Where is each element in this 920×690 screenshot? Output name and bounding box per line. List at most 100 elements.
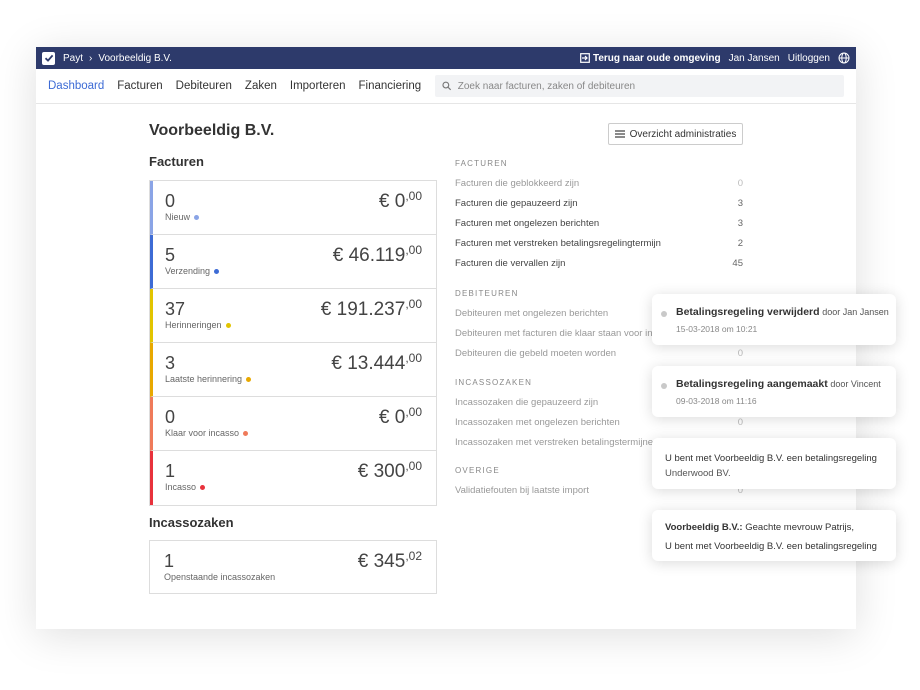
incasso-card[interactable]: 1 Openstaande incassozaken € 345,02 [149, 540, 437, 594]
breadcrumb-company[interactable]: Voorbeeldig B.V. [98, 53, 172, 64]
card-label: Klaar voor incasso [165, 428, 249, 438]
card-count: 5 [165, 245, 176, 265]
stats-row-label: Debiteuren met facturen die klaar staan … [455, 327, 678, 339]
stats-row-label: Facturen met verstreken betalingsregelin… [455, 237, 661, 249]
card-label: Herinneringen [165, 320, 231, 330]
stats-row-label: Debiteuren met ongelezen berichten [455, 307, 609, 319]
facturen-card-list: 0 Nieuw € 0,00 5 Verzending € 46.119,00 37 Heri… [149, 180, 437, 506]
invoice-status-card[interactable]: 1 Incasso € 300,00 [150, 451, 436, 505]
card-count: 1 [165, 461, 176, 481]
facturen-stats: FACTUREN Facturen die geblokkeerd zijn 0 Fa… [455, 159, 743, 273]
globe-icon[interactable] [838, 52, 850, 64]
stats-row-label: Debiteuren die gebeld moeten worden [455, 347, 617, 359]
logout-link[interactable]: Uitloggen [788, 53, 830, 64]
stats-row-value: 0 [737, 347, 743, 359]
facturen-title: Facturen [149, 154, 204, 169]
back-to-old-link[interactable]: Terug naar oude omgeving [580, 53, 721, 64]
card-amount: € 191.237,00 [320, 297, 422, 320]
user-name[interactable]: Jan Jansen [729, 53, 780, 64]
stats-row-value: 2 [737, 237, 743, 249]
stats-row[interactable]: Debiteuren die gebeld moeten worden 0 [455, 343, 743, 363]
incasso-cents: ,02 [405, 549, 422, 563]
stats-row-label: Validatiefouten bij laatste import [455, 484, 589, 496]
card-amount: € 300,00 [357, 459, 422, 482]
card-count: 0 [165, 407, 176, 427]
stats-row[interactable]: Facturen die gepauzeerd zijn 3 [455, 193, 743, 213]
incasso-label: Openstaande incassozaken [164, 572, 276, 582]
search-icon [442, 81, 452, 91]
message-line: Voorbeeldig B.V.: Geachte mevrouw Patrij… [665, 522, 855, 533]
stats-heading: FACTUREN [455, 159, 508, 168]
stats-row-value: 0 [737, 177, 743, 189]
message-card[interactable]: Voorbeeldig B.V.: Geachte mevrouw Patrij… [652, 510, 896, 561]
status-dot-icon [225, 322, 231, 328]
card-amount: € 0,00 [378, 405, 422, 428]
stats-row-value: 0 [737, 416, 743, 428]
top-bar: Payt › Voorbeeldig B.V. Terug naar oude … [36, 47, 856, 69]
nav-financiering[interactable]: Financiering [359, 80, 422, 92]
stats-row-label: Facturen die vervallen zijn [455, 257, 566, 269]
back-to-old-label: Terug naar oude omgeving [592, 52, 721, 64]
card-count: 0 [165, 191, 176, 211]
invoice-status-card[interactable]: 37 Herinneringen € 191.237,00 [150, 289, 436, 343]
card-amount: € 46.119,00 [332, 243, 422, 266]
exit-icon [580, 53, 590, 63]
search-input[interactable] [457, 80, 837, 92]
incasso-amount: € 345,02 [358, 549, 422, 573]
card-count: 3 [165, 353, 176, 373]
main-nav: Dashboard Facturen Debiteuren Zaken Impo… [36, 69, 856, 104]
stats-row-value: 3 [737, 217, 743, 229]
card-amount: € 13.444,00 [331, 351, 422, 374]
nav-facturen[interactable]: Facturen [117, 80, 162, 92]
stats-row-label: Facturen die geblokkeerd zijn [455, 177, 580, 189]
card-count: 37 [165, 299, 186, 319]
unread-dot-icon [661, 383, 667, 389]
stats-row-label: Incassozaken met ongelezen berichten [455, 416, 620, 428]
stats-row-label: Facturen met ongelezen berichten [455, 217, 600, 229]
nav-zaken[interactable]: Zaken [245, 80, 277, 92]
notification-title: Betalingsregeling aangemaakt door Vincen… [676, 378, 881, 390]
stats-row-value: 45 [732, 257, 743, 269]
message-line: U bent met Voorbeeldig B.V. een betaling… [665, 541, 877, 552]
invoice-status-card[interactable]: 3 Laatste herinnering € 13.444,00 [150, 343, 436, 397]
notification-date: 15-03-2018 om 10:21 [676, 324, 758, 334]
invoice-status-card[interactable]: 0 Nieuw € 0,00 [150, 181, 436, 235]
search-bar[interactable] [435, 75, 844, 97]
overview-administrations-button[interactable]: Overzicht administraties [608, 123, 743, 145]
card-amount: € 0,00 [378, 189, 422, 212]
nav-debiteuren[interactable]: Debiteuren [176, 80, 232, 92]
stats-row[interactable]: Facturen die geblokkeerd zijn 0 [455, 173, 743, 193]
app-name[interactable]: Payt [63, 53, 83, 64]
message-card[interactable]: U bent met Voorbeeldig B.V. een betaling… [652, 438, 896, 489]
incasso-euro: € 345 [357, 551, 406, 572]
message-line: U bent met Voorbeeldig B.V. een betaling… [665, 453, 877, 464]
card-label: Verzending [165, 266, 220, 276]
payt-logo-icon[interactable] [42, 51, 55, 65]
page-title: Voorbeeldig B.V. [149, 122, 275, 139]
invoice-status-card[interactable]: 5 Verzending € 46.119,00 [150, 235, 436, 289]
status-dot-icon [214, 268, 220, 274]
card-label: Nieuw [165, 212, 200, 222]
status-dot-icon [194, 214, 200, 220]
list-icon [614, 130, 625, 138]
nav-dashboard[interactable]: Dashboard [48, 80, 104, 92]
nav-importeren[interactable]: Importeren [290, 80, 346, 92]
notification-title: Betalingsregeling verwijderd door Jan Ja… [676, 306, 889, 318]
stats-row[interactable]: Facturen met verstreken betalingsregelin… [455, 233, 743, 253]
stats-row-label: Incassozaken die gepauzeerd zijn [455, 396, 599, 408]
unread-dot-icon [661, 311, 667, 317]
incassozaken-title: Incassozaken [149, 515, 234, 530]
breadcrumb-chevron-icon: › [89, 52, 93, 64]
notification-date: 09-03-2018 om 11:16 [676, 396, 757, 406]
invoice-status-card[interactable]: 0 Klaar voor incasso € 0,00 [150, 397, 436, 451]
stats-row[interactable]: Facturen die vervallen zijn 45 [455, 253, 743, 273]
stats-row-label: Incassozaken met verstreken betalingster… [455, 436, 659, 448]
notification-card[interactable]: Betalingsregeling verwijderd door Jan Ja… [652, 294, 896, 345]
notification-card[interactable]: Betalingsregeling aangemaakt door Vincen… [652, 366, 896, 417]
message-line: Underwood BV. [665, 468, 731, 479]
status-dot-icon [243, 430, 249, 436]
status-dot-icon [200, 484, 206, 490]
card-label: Incasso [165, 482, 206, 492]
stats-row[interactable]: Facturen met ongelezen berichten 3 [455, 213, 743, 233]
stats-row-value: 3 [737, 197, 743, 209]
